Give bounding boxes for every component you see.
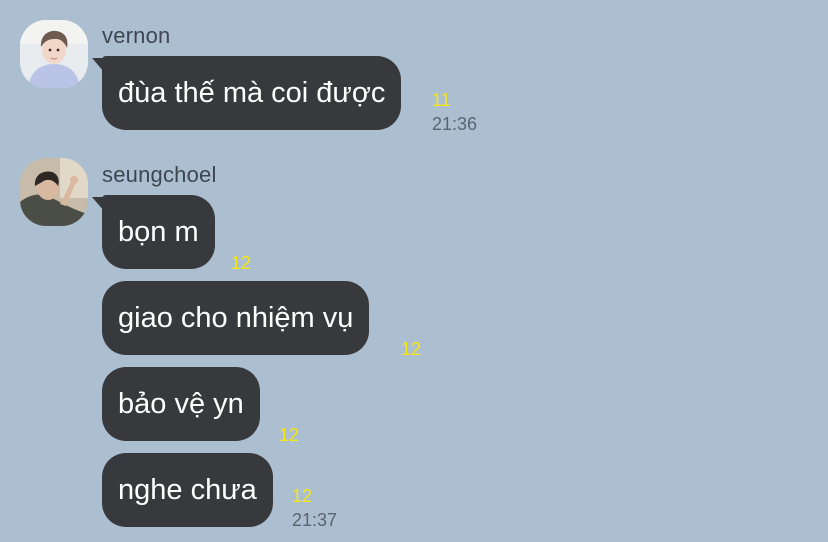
message-timestamp: 21:37	[292, 510, 338, 530]
unread-count: 11	[432, 90, 451, 110]
unread-count: 12	[279, 425, 300, 445]
sender-name: vernon	[102, 23, 171, 48]
unread-count: 12	[292, 486, 313, 506]
avatar-seungchoel[interactable]	[20, 158, 88, 226]
avatar-vernon[interactable]	[20, 20, 88, 88]
profile-photo-icon	[20, 20, 88, 88]
message-timestamp: 21:36	[432, 114, 478, 134]
message-bubble[interactable]: bảo vệ yn	[102, 367, 260, 441]
message-bubble[interactable]: giao cho nhiệm vụ	[102, 281, 370, 355]
sender-name: seungchoel	[102, 162, 217, 187]
profile-photo-icon	[20, 158, 88, 226]
unread-count: 12	[401, 339, 422, 359]
unread-count: 12	[231, 253, 252, 273]
message-bubble[interactable]: đùa thế mà coi được	[102, 56, 402, 130]
message-bubble[interactable]: bọn m	[102, 195, 215, 269]
message-bubble[interactable]: nghe chưa	[102, 453, 273, 527]
